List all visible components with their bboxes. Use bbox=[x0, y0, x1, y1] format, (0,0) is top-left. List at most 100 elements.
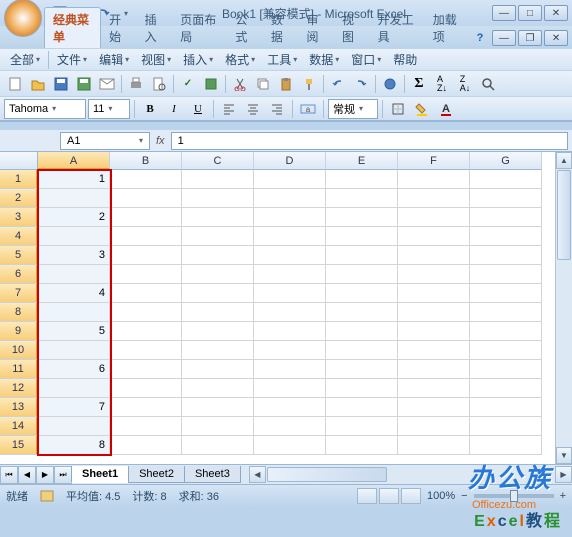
cell[interactable] bbox=[182, 398, 254, 417]
preview-icon[interactable] bbox=[148, 73, 170, 95]
ribbon-tab-review[interactable]: 审阅 bbox=[298, 8, 334, 48]
paste-icon[interactable] bbox=[275, 73, 297, 95]
ribbon-tab-view[interactable]: 视图 bbox=[334, 8, 370, 48]
vertical-scrollbar[interactable]: ▲ ▼ bbox=[555, 152, 572, 464]
cell[interactable] bbox=[326, 284, 398, 303]
col-header-E[interactable]: E bbox=[326, 152, 398, 170]
underline-button[interactable]: U bbox=[187, 98, 209, 120]
name-box[interactable]: A1▾ bbox=[60, 132, 150, 150]
menu-view[interactable]: 视图▾ bbox=[135, 49, 177, 70]
cell[interactable] bbox=[326, 379, 398, 398]
fill-color-icon[interactable] bbox=[411, 98, 433, 120]
sheet-nav-prev-icon[interactable]: ◀ bbox=[18, 466, 36, 484]
minimize-button[interactable]: — bbox=[492, 5, 516, 21]
cell[interactable] bbox=[38, 227, 110, 246]
spellcheck-icon[interactable]: ✓ bbox=[177, 73, 199, 95]
scroll-up-icon[interactable]: ▲ bbox=[556, 152, 572, 169]
workbook-restore-button[interactable]: ❐ bbox=[518, 30, 542, 46]
cell[interactable] bbox=[398, 360, 470, 379]
cell[interactable] bbox=[254, 360, 326, 379]
merge-icon[interactable]: a bbox=[297, 98, 319, 120]
cell[interactable] bbox=[110, 341, 182, 360]
view-pagebreak-icon[interactable] bbox=[401, 488, 421, 504]
row-header[interactable]: 3 bbox=[0, 208, 38, 227]
cell[interactable] bbox=[326, 265, 398, 284]
new-icon[interactable] bbox=[4, 73, 26, 95]
cell[interactable] bbox=[398, 417, 470, 436]
cell[interactable] bbox=[398, 246, 470, 265]
cell[interactable] bbox=[470, 246, 542, 265]
cell[interactable] bbox=[398, 341, 470, 360]
cell[interactable] bbox=[182, 379, 254, 398]
ribbon-tab-classic[interactable]: 经典菜单 bbox=[44, 7, 101, 48]
cell[interactable] bbox=[254, 417, 326, 436]
ribbon-tab-formulas[interactable]: 公式 bbox=[227, 8, 263, 48]
close-button[interactable]: ✕ bbox=[544, 5, 568, 21]
cell[interactable] bbox=[470, 322, 542, 341]
copy-icon[interactable] bbox=[252, 73, 274, 95]
autosum-icon[interactable]: Σ bbox=[408, 73, 430, 95]
sheet-nav-next-icon[interactable]: ▶ bbox=[36, 466, 54, 484]
cell[interactable] bbox=[254, 189, 326, 208]
cell[interactable] bbox=[38, 341, 110, 360]
cell[interactable] bbox=[398, 322, 470, 341]
zoom-slider[interactable] bbox=[474, 494, 554, 498]
number-format-combo[interactable]: 常规▾ bbox=[328, 99, 378, 119]
row-header[interactable]: 6 bbox=[0, 265, 38, 284]
cell[interactable] bbox=[110, 436, 182, 455]
cell[interactable] bbox=[182, 208, 254, 227]
cell[interactable] bbox=[182, 322, 254, 341]
cell[interactable] bbox=[182, 170, 254, 189]
cell[interactable] bbox=[470, 189, 542, 208]
italic-button[interactable]: I bbox=[163, 98, 185, 120]
cell[interactable] bbox=[110, 170, 182, 189]
align-right-icon[interactable] bbox=[266, 98, 288, 120]
formula-input[interactable] bbox=[171, 132, 568, 150]
col-header-C[interactable]: C bbox=[182, 152, 254, 170]
cell[interactable] bbox=[470, 303, 542, 322]
sheet-tab-2[interactable]: Sheet2 bbox=[128, 466, 185, 483]
cell[interactable] bbox=[470, 341, 542, 360]
cell[interactable] bbox=[326, 417, 398, 436]
find-icon[interactable] bbox=[477, 73, 499, 95]
cell[interactable] bbox=[182, 341, 254, 360]
cell[interactable] bbox=[254, 246, 326, 265]
row-header[interactable]: 1 bbox=[0, 170, 38, 189]
cell[interactable]: 1 bbox=[38, 170, 110, 189]
cell[interactable] bbox=[326, 208, 398, 227]
cell[interactable] bbox=[470, 265, 542, 284]
cell[interactable] bbox=[110, 189, 182, 208]
cell[interactable]: 6 bbox=[38, 360, 110, 379]
cell[interactable] bbox=[254, 341, 326, 360]
cell[interactable] bbox=[254, 398, 326, 417]
scroll-thumb-h[interactable] bbox=[267, 467, 387, 482]
row-header[interactable]: 2 bbox=[0, 189, 38, 208]
cell[interactable] bbox=[326, 246, 398, 265]
zoom-percent[interactable]: 100% bbox=[427, 490, 455, 502]
menu-tools[interactable]: 工具▾ bbox=[261, 49, 303, 70]
cell[interactable] bbox=[470, 436, 542, 455]
cell[interactable] bbox=[182, 265, 254, 284]
menu-file[interactable]: 文件▾ bbox=[51, 49, 93, 70]
sort-desc-icon[interactable]: ZA↓ bbox=[454, 73, 476, 95]
cell[interactable] bbox=[254, 208, 326, 227]
font-size-combo[interactable]: 11▾ bbox=[88, 99, 130, 119]
ribbon-tab-data[interactable]: 数据 bbox=[263, 8, 299, 48]
row-header[interactable]: 15 bbox=[0, 436, 38, 455]
cell[interactable] bbox=[398, 398, 470, 417]
cell[interactable] bbox=[110, 284, 182, 303]
cell[interactable] bbox=[38, 303, 110, 322]
row-header[interactable]: 5 bbox=[0, 246, 38, 265]
workbook-close-button[interactable]: ✕ bbox=[544, 30, 568, 46]
col-header-B[interactable]: B bbox=[110, 152, 182, 170]
cell[interactable] bbox=[326, 341, 398, 360]
menu-format[interactable]: 格式▾ bbox=[219, 49, 261, 70]
col-header-G[interactable]: G bbox=[470, 152, 542, 170]
zoom-in-button[interactable]: + bbox=[560, 490, 566, 502]
row-header[interactable]: 7 bbox=[0, 284, 38, 303]
undo-icon[interactable] bbox=[327, 73, 349, 95]
cell[interactable] bbox=[470, 170, 542, 189]
row-header[interactable]: 13 bbox=[0, 398, 38, 417]
cell[interactable] bbox=[254, 170, 326, 189]
cell[interactable] bbox=[398, 284, 470, 303]
